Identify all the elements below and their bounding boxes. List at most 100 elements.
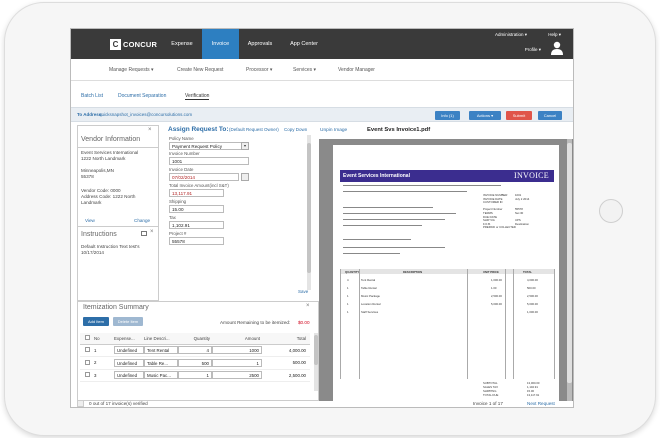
row-select[interactable] bbox=[80, 369, 94, 382]
panel-close-icon[interactable]: × bbox=[148, 127, 152, 133]
invoice-text-line bbox=[343, 239, 411, 241]
scrollbar-thumb[interactable] bbox=[567, 143, 572, 383]
concur-logo[interactable]: C CONCUR bbox=[110, 39, 157, 50]
invoice-company-name: Event Services International bbox=[343, 173, 410, 179]
row-total: 500.00 bbox=[262, 356, 310, 370]
tax-label: Tax bbox=[169, 215, 176, 220]
amount-field[interactable]: 2500 bbox=[212, 371, 262, 380]
processor-toolbar: Batch List Document Separation Verificat… bbox=[71, 81, 573, 107]
top-nav: C CONCUR Expense Invoice Approvals App C… bbox=[71, 29, 573, 59]
project-label: Project # bbox=[169, 231, 187, 236]
unpin-image-link[interactable]: Unpin Image bbox=[320, 128, 347, 133]
row-select[interactable] bbox=[80, 344, 94, 357]
concur-logo-text: CONCUR bbox=[123, 40, 158, 49]
row-qty: 4 bbox=[178, 344, 212, 357]
invoice-text-line bbox=[343, 213, 456, 215]
vendor-view-link[interactable]: View bbox=[85, 218, 95, 224]
tablet-home-button bbox=[599, 199, 623, 223]
delete-item-button[interactable]: Delete Item bbox=[113, 317, 143, 326]
line-desc-field[interactable]: Music Pac... bbox=[144, 371, 178, 380]
expand-icon[interactable] bbox=[141, 231, 147, 236]
to-address-value[interactable]: quicksnapshot_invoices@concursolutions.c… bbox=[99, 112, 192, 117]
quantity-field[interactable]: 4 bbox=[178, 346, 212, 355]
form-scrollbar[interactable] bbox=[307, 135, 311, 290]
amount-field[interactable]: 1 bbox=[212, 358, 262, 367]
policy-dropdown-icon[interactable]: ▾ bbox=[241, 142, 249, 150]
expense-type-field[interactable]: Undefined bbox=[114, 371, 144, 380]
line-desc-field[interactable]: Table Re... bbox=[144, 358, 178, 367]
select-all-checkbox[interactable] bbox=[84, 335, 90, 341]
line-desc-field[interactable]: Tent Rental bbox=[144, 346, 178, 355]
col-total[interactable]: Total bbox=[262, 333, 310, 345]
tab-app-center[interactable]: App Center bbox=[283, 29, 325, 59]
invoice-number-field[interactable]: 1001 bbox=[169, 157, 249, 165]
tax-field[interactable]: 1,102.91 bbox=[169, 221, 224, 229]
select-all-cell[interactable] bbox=[80, 333, 94, 345]
quantity-field[interactable]: 500 bbox=[178, 358, 212, 367]
document-separation-link[interactable]: Document Separation bbox=[118, 93, 166, 99]
col-quantity[interactable]: Quantity bbox=[178, 333, 212, 345]
row-checkbox[interactable] bbox=[84, 347, 90, 353]
scrollbar-thumb[interactable] bbox=[307, 143, 311, 273]
viewer-scrollbar[interactable] bbox=[567, 139, 572, 401]
project-field[interactable]: 55578 bbox=[169, 237, 224, 245]
row-total: 2,500.00 bbox=[262, 369, 310, 382]
tab-approvals[interactable]: Approvals bbox=[241, 29, 279, 59]
administration-menu[interactable]: Administration ▾ bbox=[495, 32, 527, 38]
copy-down-link[interactable]: Copy Down bbox=[284, 127, 307, 132]
invoice-line-unit: 2,500.00 bbox=[491, 294, 502, 298]
itemization-title: Itemization Summary bbox=[83, 304, 149, 311]
vendor-change-link[interactable]: Change bbox=[134, 218, 150, 224]
add-item-button[interactable]: Add Item bbox=[83, 317, 109, 326]
expense-type-field[interactable]: Undefined bbox=[114, 358, 144, 367]
row-desc: Tent Rental bbox=[144, 344, 178, 357]
document-viewer[interactable]: Event Services International INVOICE INV… bbox=[319, 139, 573, 401]
quantity-field[interactable]: 1 bbox=[178, 371, 212, 380]
invoice-line-total: 5,000.00 bbox=[527, 302, 538, 306]
shipping-field[interactable]: 15.00 bbox=[169, 205, 224, 213]
submit-button[interactable]: Submit bbox=[506, 111, 532, 120]
policy-select[interactable]: Payment Request Policy bbox=[169, 142, 249, 150]
expense-type-field[interactable]: Undefined bbox=[114, 346, 144, 355]
cancel-button[interactable]: Cancel bbox=[538, 111, 562, 120]
table-row[interactable]: 3 Undefined Music Pac... 1 2500 2,500.00 bbox=[80, 369, 310, 382]
services-menu[interactable]: Services ▾ bbox=[293, 67, 316, 73]
create-new-request-link[interactable]: Create New Request bbox=[177, 67, 223, 73]
invoice-col-header: TOTAL bbox=[523, 270, 533, 274]
tab-expense[interactable]: Expense bbox=[167, 29, 197, 59]
vendor-manager-link[interactable]: Vendor Manager bbox=[338, 67, 375, 73]
processor-menu[interactable]: Processor ▾ bbox=[246, 67, 272, 73]
table-row[interactable]: 1 Undefined Tent Rental 4 1000 4,000.00 bbox=[80, 344, 310, 357]
itemization-close-icon[interactable]: × bbox=[306, 303, 310, 309]
col-line-desc[interactable]: Line Descri... bbox=[144, 333, 178, 345]
default-owner-link[interactable]: (Default Request Owner) bbox=[229, 127, 279, 132]
amount-field[interactable]: 1000 bbox=[212, 346, 262, 355]
total-amount-field[interactable]: 13,117.91 bbox=[169, 189, 224, 197]
invoice-grid-line bbox=[513, 269, 514, 379]
verification-link[interactable]: Verification bbox=[185, 93, 210, 100]
tab-invoice[interactable]: Invoice bbox=[202, 29, 239, 59]
table-row[interactable]: 2 Undefined Table Re... 500 1 500.00 bbox=[80, 356, 310, 370]
help-menu[interactable]: Help ▾ bbox=[548, 32, 561, 38]
itemization-scrollbar[interactable] bbox=[314, 333, 318, 391]
row-amount: 1000 bbox=[212, 344, 262, 357]
calendar-icon[interactable] bbox=[241, 173, 249, 181]
invoice-date-field[interactable]: 07/02/2014 bbox=[169, 173, 239, 181]
next-request-link[interactable]: Next Request bbox=[527, 401, 555, 406]
actions-button[interactable]: Actions ▾ bbox=[469, 111, 501, 120]
invoice-col-header: DESCRIPTION bbox=[403, 270, 423, 274]
batch-list-link[interactable]: Batch List bbox=[81, 93, 103, 99]
info-button[interactable]: Info (1) bbox=[435, 111, 460, 120]
manage-requests-menu[interactable]: Manage Requests ▾ bbox=[109, 67, 153, 73]
col-expense[interactable]: Expense... bbox=[114, 333, 144, 345]
row-checkbox[interactable] bbox=[84, 359, 90, 365]
profile-avatar-icon[interactable] bbox=[551, 41, 563, 55]
scrollbar-thumb[interactable] bbox=[314, 335, 318, 365]
col-amount[interactable]: Amount bbox=[212, 333, 262, 345]
instructions-close-icon[interactable]: × bbox=[150, 229, 154, 235]
col-no[interactable]: No bbox=[94, 333, 114, 345]
profile-menu[interactable]: Profile ▾ bbox=[525, 47, 541, 53]
row-checkbox[interactable] bbox=[84, 372, 90, 378]
row-select[interactable] bbox=[80, 356, 94, 370]
row-expense: Undefined bbox=[114, 344, 144, 357]
